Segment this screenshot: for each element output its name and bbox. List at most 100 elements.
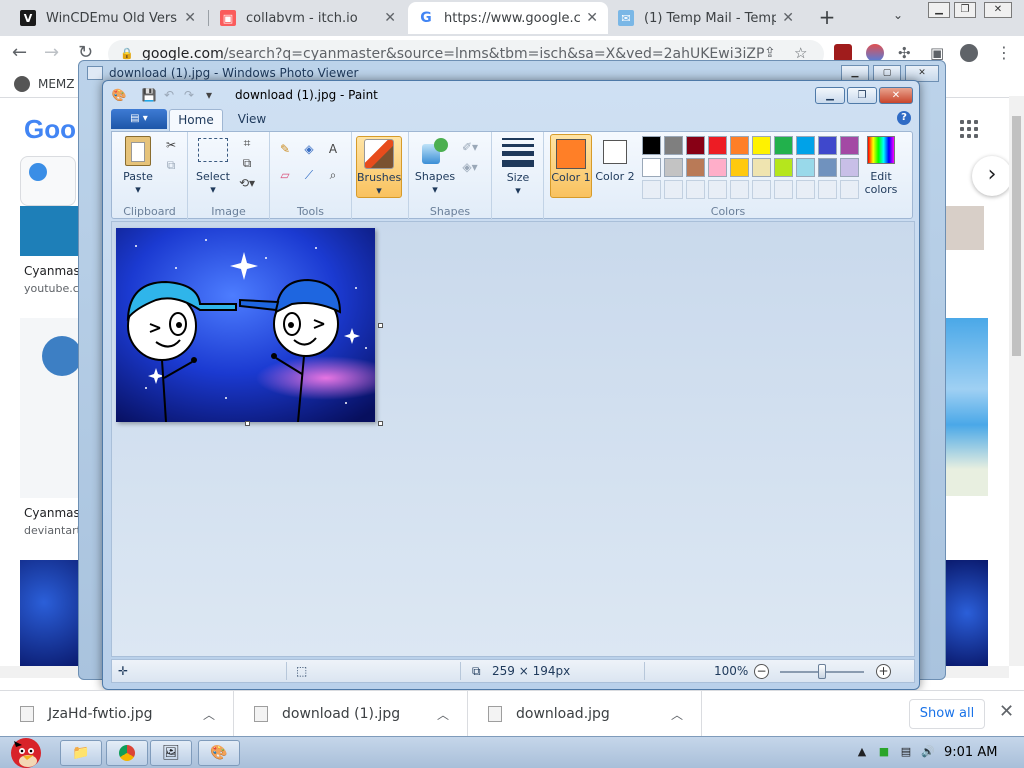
color-swatch[interactable] [642, 136, 661, 155]
customize-qat-icon[interactable]: ▾ [201, 87, 217, 103]
tray-expand-icon[interactable]: ▲ [855, 745, 869, 759]
resize-handle-right[interactable] [378, 323, 383, 328]
undo-icon[interactable]: ↶ [161, 87, 177, 103]
google-apps-icon[interactable] [960, 120, 978, 138]
result-thumbnail[interactable] [946, 206, 984, 250]
result-thumbnail[interactable] [946, 560, 988, 666]
chevron-up-icon[interactable]: ︿ [437, 706, 467, 723]
custom-color-swatch[interactable] [686, 180, 705, 199]
network-icon[interactable]: ▤ [899, 745, 913, 759]
taskbar-explorer-button[interactable]: 📁 [60, 740, 102, 766]
custom-color-swatch[interactable] [796, 180, 815, 199]
color-swatch[interactable] [708, 158, 727, 177]
custom-color-swatch[interactable] [730, 180, 749, 199]
paint-app-icon[interactable]: 🎨 [111, 87, 127, 103]
close-tab-icon[interactable]: ✕ [384, 10, 396, 26]
color-swatch[interactable] [752, 158, 771, 177]
taskbar-chrome-button[interactable] [106, 740, 148, 766]
color-swatch[interactable] [664, 136, 683, 155]
result-thumbnail[interactable] [20, 206, 80, 256]
color-swatch[interactable] [752, 136, 771, 155]
custom-color-swatch[interactable] [752, 180, 771, 199]
tab-wincdemu[interactable]: V WinCDEmu Old Version ✕ [10, 2, 206, 34]
custom-color-swatch[interactable] [708, 180, 727, 199]
color-swatch[interactable] [818, 136, 837, 155]
back-arrow-icon[interactable]: ← [12, 42, 27, 63]
page-vertical-scrollbar[interactable] [1009, 96, 1024, 666]
color1-button[interactable]: Color 1 [550, 134, 592, 198]
result-thumbnail[interactable] [20, 560, 80, 666]
start-button[interactable] [4, 731, 46, 768]
download-item[interactable]: download.jpg ︿ [468, 691, 702, 737]
bookmark-memz[interactable]: MEMZ [14, 76, 75, 92]
paste-button[interactable]: Paste ▾ [118, 136, 158, 196]
taskbar-paint-button[interactable]: 🎨 [198, 740, 240, 766]
color-swatch[interactable] [730, 158, 749, 177]
tab-view[interactable]: View [227, 109, 277, 131]
resize-handle-bottom[interactable] [245, 421, 250, 426]
volume-icon[interactable]: 🔊 [921, 745, 935, 759]
tab-collabvm[interactable]: ▣ collabvm - itch.io ✕ [210, 2, 406, 34]
custom-color-swatch[interactable] [664, 180, 683, 199]
rotate-icon[interactable]: ⟲▾ [238, 174, 256, 192]
save-icon[interactable]: 💾 [141, 87, 157, 103]
crop-icon[interactable]: ⌗ [238, 134, 256, 152]
action-center-icon[interactable]: ■ [877, 745, 891, 759]
color-swatch[interactable] [796, 136, 815, 155]
paint-titlebar[interactable]: 🎨 💾 ↶ ↷ ▾ download (1).jpg - Paint ▁ ❐ ✕ [103, 81, 919, 109]
edit-colors-button[interactable]: Edit colors [856, 136, 906, 196]
color-swatch[interactable] [796, 158, 815, 177]
clock[interactable]: 9:01 AM [944, 745, 997, 760]
forward-arrow-icon[interactable]: → [44, 42, 59, 63]
color-picker-icon[interactable]: ⟋ [300, 166, 318, 184]
color-swatch[interactable] [730, 136, 749, 155]
paint-minimize-icon[interactable]: ▁ [815, 87, 845, 104]
shapes-button[interactable]: Shapes ▾ [413, 136, 457, 196]
color-swatch[interactable] [774, 158, 793, 177]
taskbar-photo-viewer-button[interactable]: 🖼 [150, 740, 192, 766]
copy-icon[interactable]: ⧉ [162, 156, 180, 174]
paint-restore-icon[interactable]: ❐ [847, 87, 877, 104]
result-thumbnail[interactable] [946, 318, 988, 496]
color2-button[interactable]: Color 2 [594, 134, 636, 198]
canvas-area[interactable] [111, 221, 915, 657]
resize-icon[interactable]: ⧉ [238, 154, 256, 172]
cut-icon[interactable]: ✂ [162, 136, 180, 154]
chevron-up-icon[interactable]: ︿ [203, 706, 233, 723]
custom-color-swatch[interactable] [774, 180, 793, 199]
eraser-icon[interactable]: ▱ [276, 166, 294, 184]
tab-temp-mail[interactable]: ✉ (1) Temp Mail - Tempor ✕ [608, 2, 804, 34]
pencil-icon[interactable]: ✎ [276, 140, 294, 158]
show-all-button[interactable]: Show all [909, 699, 985, 729]
paint-window[interactable]: 🎨 💾 ↶ ↷ ▾ download (1).jpg - Paint ▁ ❐ ✕… [102, 80, 920, 690]
zoom-out-icon[interactable]: − [754, 664, 769, 679]
close-tab-icon[interactable]: ✕ [184, 10, 196, 26]
outline-icon[interactable]: ✐▾ [461, 138, 479, 156]
scrollbar-thumb[interactable] [1012, 116, 1021, 356]
google-logo[interactable]: Goo [24, 114, 76, 145]
magnifier-icon[interactable]: ⌕ [324, 166, 342, 184]
next-chips-arrow-icon[interactable]: › [972, 156, 1012, 196]
zoom-in-icon[interactable]: + [876, 664, 891, 679]
profile-avatar-icon[interactable] [960, 44, 978, 62]
fill-icon[interactable]: ◈▾ [461, 158, 479, 176]
color-swatch[interactable] [708, 136, 727, 155]
color-swatch[interactable] [686, 136, 705, 155]
close-shelf-icon[interactable]: ✕ [999, 701, 1014, 722]
download-item[interactable]: download (1).jpg ︿ [234, 691, 468, 737]
result-thumbnail[interactable] [20, 318, 82, 498]
tab-search-chevron-icon[interactable]: ⌄ [893, 8, 903, 22]
custom-color-swatch[interactable] [818, 180, 837, 199]
restore-icon[interactable]: ❐ [954, 2, 976, 18]
image-canvas[interactable] [116, 228, 375, 422]
close-tab-icon[interactable]: ✕ [586, 10, 598, 26]
color-swatch[interactable] [818, 158, 837, 177]
result-caption[interactable]: Cyanmast [24, 506, 84, 520]
fill-bucket-icon[interactable]: ◈ [300, 140, 318, 158]
color-swatch[interactable] [686, 158, 705, 177]
chevron-up-icon[interactable]: ︿ [671, 706, 701, 723]
custom-color-swatch[interactable] [642, 180, 661, 199]
zoom-slider-thumb[interactable] [818, 664, 826, 679]
resize-handle-corner[interactable] [378, 421, 383, 426]
close-tab-icon[interactable]: ✕ [782, 10, 794, 26]
